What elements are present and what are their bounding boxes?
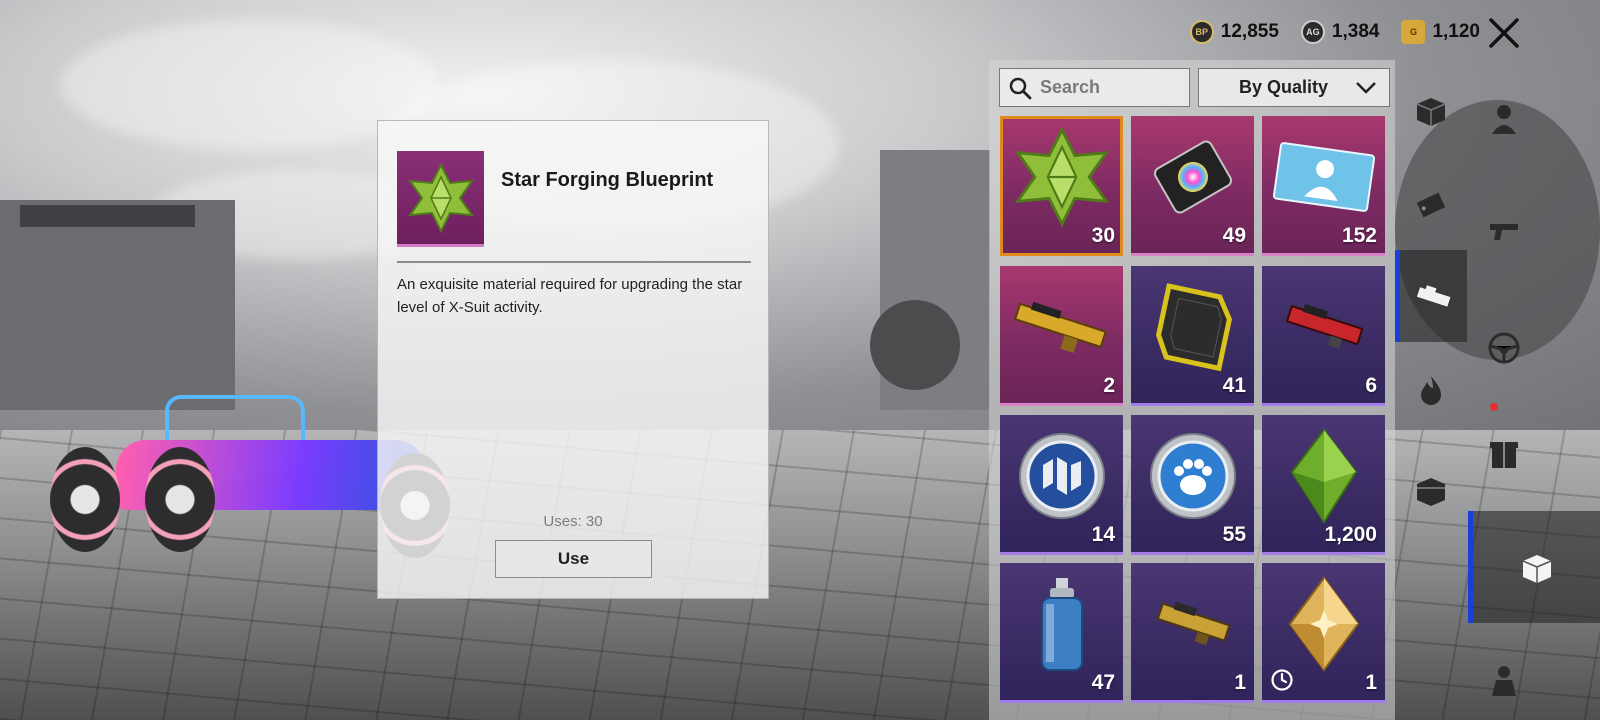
gold-gun-part-icon (1013, 301, 1107, 353)
currency-value: 1,120 (1432, 21, 1480, 42)
uc-coin-icon: G (1401, 20, 1426, 44)
currency-bp: BP 12,855 (1189, 20, 1279, 44)
inventory-item[interactable]: 49 (1131, 116, 1254, 256)
inventory-item[interactable]: 47 (1000, 563, 1123, 703)
sidebar-right-column (1468, 60, 1600, 720)
clock-icon (1271, 669, 1293, 691)
tab-outfits[interactable] (1468, 650, 1540, 710)
fire-icon (1421, 376, 1441, 405)
uses-count: Uses: 30 (543, 513, 603, 530)
gold-crystal-icon (1288, 576, 1359, 672)
inventory-item[interactable]: 2 (1000, 266, 1123, 406)
close-button[interactable] (1483, 12, 1525, 54)
inventory-item[interactable]: 1 (1262, 563, 1385, 703)
currency-bar: BP 12,855 AG 1,384 G 1,120 (1189, 17, 1480, 47)
item-count: 6 (1365, 374, 1377, 397)
item-count: 49 (1222, 224, 1246, 247)
gold-frame-material-icon (1155, 283, 1232, 372)
tab-vehicles[interactable] (1468, 318, 1540, 378)
tab-materials[interactable] (1468, 511, 1600, 623)
inventory-item[interactable]: 14 (1000, 415, 1123, 555)
item-detail-panel: Star Forging Blueprint An exquisite mate… (377, 120, 769, 599)
tab-fire[interactable] (1395, 360, 1467, 420)
currency-value: 1,384 (1331, 21, 1380, 42)
search-field[interactable] (999, 68, 1190, 107)
inventory-item[interactable]: 30 (1000, 116, 1123, 256)
notification-dot (1490, 403, 1498, 411)
item-count: 1 (1234, 671, 1246, 694)
inventory-panel: By Quality 30 4 (989, 60, 1395, 720)
tab-weapons[interactable] (1468, 200, 1540, 260)
item-count: 55 (1222, 523, 1246, 546)
building-roof (20, 205, 195, 227)
item-count: 1,200 (1324, 523, 1377, 546)
star-forging-blueprint-icon (1014, 127, 1109, 227)
steering-wheel-icon (1488, 332, 1520, 364)
tree (870, 300, 960, 390)
color-palette-card-icon (1153, 140, 1232, 214)
item-thumbnail (397, 151, 484, 247)
tab-gifts[interactable] (1468, 422, 1540, 482)
search-icon (1009, 77, 1032, 99)
divider (397, 261, 751, 263)
item-count: 30 (1091, 224, 1115, 247)
currency-ag: AG 1,384 (1300, 20, 1380, 44)
gold-scope-part-icon (1156, 601, 1231, 646)
item-count: 14 (1091, 523, 1115, 546)
ag-coin-icon: AG (1300, 20, 1325, 44)
red-gun-part-icon (1285, 304, 1364, 349)
item-count: 152 (1341, 224, 1377, 247)
buggy-wheel (50, 447, 120, 552)
inventory-item[interactable]: 41 (1131, 266, 1254, 406)
green-crystal-icon (1290, 428, 1357, 524)
gun-icon (1490, 224, 1518, 240)
tab-tags[interactable] (1395, 175, 1467, 235)
inventory-item[interactable]: 152 (1262, 116, 1385, 256)
sidebar-left-column (1395, 60, 1467, 720)
sort-label: By Quality (1239, 77, 1329, 97)
tab-items[interactable] (1395, 250, 1467, 342)
inventory-item[interactable]: 1 (1131, 563, 1254, 703)
tab-supply[interactable] (1395, 460, 1467, 520)
supply-box-icon (1417, 478, 1445, 506)
outfit-icon (1492, 666, 1516, 696)
item-count: 47 (1091, 671, 1115, 694)
item-description: An exquisite material required for upgra… (397, 276, 743, 316)
materials-box-icon (1522, 555, 1551, 583)
item-count: 41 (1222, 374, 1246, 397)
inventory-item[interactable]: 1,200 (1262, 415, 1385, 555)
crate-icon (1416, 98, 1446, 126)
currency-value: 12,855 (1220, 21, 1279, 42)
building (0, 200, 235, 410)
tab-crates[interactable] (1395, 80, 1467, 140)
paw-coin-icon (1149, 433, 1236, 519)
character-icon (1492, 105, 1516, 134)
tab-character[interactable] (1468, 88, 1540, 148)
inventory-item[interactable]: 55 (1131, 415, 1254, 555)
blue-emblem-coin-icon (1018, 433, 1105, 519)
gift-box-icon (1490, 442, 1518, 468)
chevron-down-icon (1356, 81, 1376, 94)
buggy-wheel (145, 447, 215, 552)
tag-icon (1416, 192, 1446, 218)
item-count: 1 (1365, 671, 1377, 694)
item-count: 2 (1103, 374, 1115, 397)
currency-uc: G 1,120 (1401, 20, 1480, 44)
sort-dropdown[interactable]: By Quality (1198, 68, 1390, 107)
close-icon (1489, 18, 1519, 48)
item-title: Star Forging Blueprint (501, 169, 714, 191)
inventory-item[interactable]: 6 (1262, 266, 1385, 406)
bp-coin-icon: BP (1189, 20, 1214, 44)
character-card-icon (1272, 142, 1375, 212)
use-button[interactable]: Use (495, 540, 652, 578)
item-tool-icon (1416, 285, 1450, 307)
spray-can-icon (1040, 578, 1083, 671)
star-forging-blueprint-icon (407, 162, 474, 233)
search-input[interactable] (1040, 77, 1180, 98)
